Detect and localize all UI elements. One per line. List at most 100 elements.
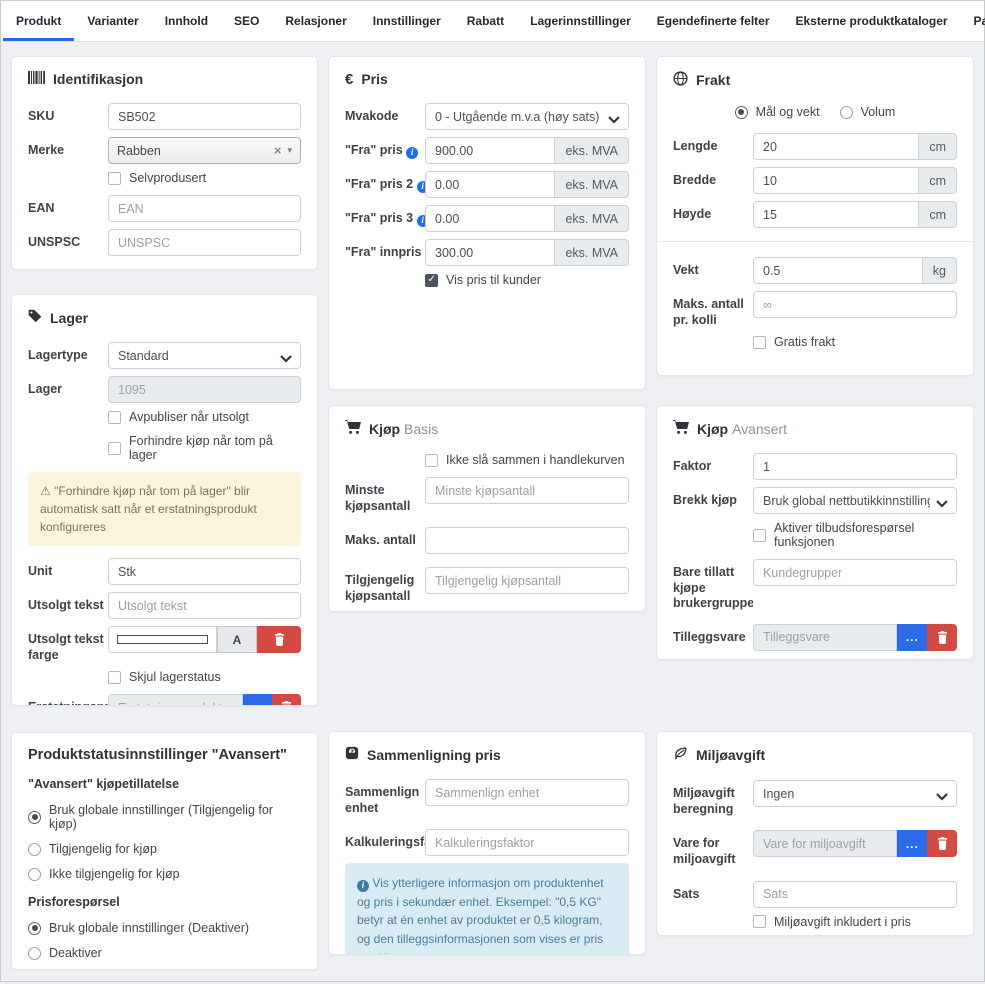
- selvprodusert-checkbox-row[interactable]: Selvprodusert: [108, 171, 301, 185]
- merke-select[interactable]: Rabben × ▾: [108, 137, 301, 164]
- maks-antall-input[interactable]: [425, 527, 629, 554]
- product-tabbar: Produkt Varianter Innhold SEO Relasjoner…: [1, 1, 984, 42]
- skjul-lagerstatus-checkbox[interactable]: [108, 671, 121, 684]
- tab-innstillinger[interactable]: Innstillinger: [360, 1, 454, 41]
- aktiver-tilbud-checkbox-row[interactable]: Aktiver tilbudsforespørsel funksjonen: [753, 521, 957, 549]
- radio-ikke-tilgjengelig[interactable]: Ikke tilgjengelig for kjøp: [28, 867, 301, 881]
- text-color-button[interactable]: A: [217, 626, 257, 653]
- avpubliser-checkbox[interactable]: [108, 411, 121, 424]
- vis-pris-checkbox[interactable]: [425, 274, 438, 287]
- utsolgt-tekst-input[interactable]: [108, 592, 301, 619]
- unspsc-input[interactable]: [108, 229, 301, 256]
- ikke-sla-checkbox[interactable]: [425, 454, 438, 467]
- card-title: Lager: [50, 310, 88, 326]
- clear-icon[interactable]: ×: [274, 143, 282, 158]
- chevron-down-icon[interactable]: ▾: [287, 145, 292, 156]
- fra-pris-3-input[interactable]: [425, 205, 555, 232]
- lagertype-select[interactable]: Standard: [108, 342, 301, 369]
- column-left: Identifikasjon SKU Merke Rabben × ▾ Selv: [11, 56, 318, 970]
- forhindre-checkbox[interactable]: [108, 442, 121, 455]
- mvakode-select[interactable]: 0 - Utgående m.v.a (høy sats) +25% (25: [425, 103, 629, 130]
- utsolgt-tekst-farge-label: Utsolgt tekst farge: [28, 626, 108, 663]
- forhindre-checkbox-row[interactable]: Forhindre kjøp når tom på lager: [108, 434, 301, 462]
- bredde-input[interactable]: [753, 167, 919, 194]
- radio-button[interactable]: [28, 843, 41, 856]
- main-content: Identifikasjon SKU Merke Rabben × ▾ Selv: [1, 42, 984, 984]
- tab-lagerinnstillinger[interactable]: Lagerinnstillinger: [517, 1, 644, 41]
- gratis-frakt-checkbox[interactable]: [753, 336, 766, 349]
- avpubliser-checkbox-row[interactable]: Avpubliser når utsolgt: [108, 410, 301, 424]
- radio-button[interactable]: [28, 947, 41, 960]
- sku-input[interactable]: [108, 103, 301, 130]
- vare-browse-button[interactable]: ...: [897, 830, 927, 857]
- radio-volum[interactable]: Volum: [840, 105, 896, 119]
- tilleggsvare-input: [753, 624, 897, 651]
- erstatningsprodukt-delete-button[interactable]: [272, 694, 301, 706]
- info-text: Vis ytterligere informasjon om produkten…: [357, 876, 604, 955]
- info-icon[interactable]: i: [406, 147, 418, 159]
- kalkuleringsfaktor-input[interactable]: [425, 829, 629, 856]
- vare-delete-button[interactable]: [927, 830, 957, 857]
- column-right: Frakt Mål og vekt Volum Lengde cm: [656, 56, 974, 936]
- fra-innpris-input[interactable]: [425, 239, 555, 266]
- radio-tilgjengelig[interactable]: Tilgjengelig for kjøp: [28, 842, 301, 856]
- sammenlign-enhet-label: Sammenlign enhet: [345, 779, 425, 816]
- minste-kjopsantall-input[interactable]: [425, 477, 629, 504]
- sats-input[interactable]: [753, 881, 957, 908]
- radio-deaktiver[interactable]: Deaktiver: [28, 946, 301, 960]
- gratis-frakt-checkbox-row[interactable]: Gratis frakt: [753, 335, 957, 349]
- brekk-kjop-select[interactable]: Bruk global nettbutikkinnstilling: [753, 487, 957, 514]
- erstatningsprodukt-input: [108, 694, 243, 706]
- fra-pris-2-input[interactable]: [425, 171, 555, 198]
- radio-button[interactable]: [28, 868, 41, 881]
- tilleggsvare-browse-button[interactable]: ...: [897, 624, 927, 651]
- miljoavgift-inkludert-checkbox[interactable]: [753, 915, 766, 928]
- tab-seo[interactable]: SEO: [221, 1, 272, 41]
- kundegrupper-input[interactable]: [753, 559, 957, 586]
- tab-rabatt[interactable]: Rabatt: [454, 1, 517, 41]
- tab-pakkeprodukt[interactable]: Pakkeprodukt: [961, 1, 985, 41]
- maks-kolli-input[interactable]: [753, 291, 957, 318]
- radio-label: Ikke tilgjengelig for kjøp: [49, 867, 180, 881]
- erstatningsprodukt-browse-button[interactable]: ...: [243, 694, 272, 706]
- radio-globale-pris[interactable]: Bruk globale innstillinger (Deaktiver): [28, 921, 301, 935]
- sammenlign-enhet-input[interactable]: [425, 779, 629, 806]
- tilgjengelig-kjopsantall-input[interactable]: [425, 567, 629, 594]
- aktiver-tilbud-checkbox[interactable]: [753, 529, 766, 542]
- minste-kjopsantall-label: Minste kjøpsantall: [345, 477, 425, 514]
- unit-input[interactable]: [108, 558, 301, 585]
- utsolgt-tekst-farge-input[interactable]: [108, 626, 217, 653]
- tab-produkt[interactable]: Produkt: [3, 1, 74, 41]
- card-identifikasjon: Identifikasjon SKU Merke Rabben × ▾ Selv: [11, 56, 318, 270]
- card-kjop-basis: Kjøp Basis Ikke slå sammen i handlekurve…: [328, 405, 646, 612]
- radio-button[interactable]: [840, 106, 853, 119]
- lengde-input[interactable]: [753, 133, 919, 160]
- tab-egendefinerte-felter[interactable]: Egendefinerte felter: [644, 1, 783, 41]
- tab-varianter[interactable]: Varianter: [74, 1, 151, 41]
- skjul-lagerstatus-checkbox-row[interactable]: Skjul lagerstatus: [108, 670, 301, 684]
- radio-globale-kjop[interactable]: Bruk globale innstillinger (Tilgjengelig…: [28, 803, 301, 831]
- vis-pris-checkbox-row[interactable]: Vis pris til kunder: [425, 273, 629, 287]
- hoyde-input[interactable]: [753, 201, 919, 228]
- selvprodusert-checkbox[interactable]: [108, 172, 121, 185]
- delete-color-button[interactable]: [257, 626, 301, 653]
- info-icon[interactable]: i: [417, 215, 425, 227]
- ikke-sla-checkbox-row[interactable]: Ikke slå sammen i handlekurven: [425, 453, 629, 467]
- fra-pris-label: "Fra" pris i: [345, 137, 425, 159]
- radio-button[interactable]: [28, 922, 41, 935]
- tab-innhold[interactable]: Innhold: [152, 1, 221, 41]
- fra-pris-input[interactable]: [425, 137, 555, 164]
- radio-button[interactable]: [735, 106, 748, 119]
- info-icon[interactable]: i: [417, 181, 425, 193]
- tilleggsvare-delete-button[interactable]: [927, 624, 957, 651]
- radio-button[interactable]: [28, 811, 41, 824]
- faktor-input[interactable]: [753, 453, 957, 480]
- color-swatch: [117, 635, 208, 644]
- radio-mal-og-vekt[interactable]: Mål og vekt: [735, 105, 820, 119]
- ean-input[interactable]: [108, 195, 301, 222]
- tab-relasjoner[interactable]: Relasjoner: [272, 1, 359, 41]
- tab-eksterne-produktkataloger[interactable]: Eksterne produktkataloger: [783, 1, 961, 41]
- vekt-input[interactable]: [753, 257, 923, 284]
- miljoavgift-beregning-select[interactable]: Ingen: [753, 780, 957, 807]
- miljoavgift-inkludert-checkbox-row[interactable]: Miljøavgift inkludert i pris: [753, 915, 957, 929]
